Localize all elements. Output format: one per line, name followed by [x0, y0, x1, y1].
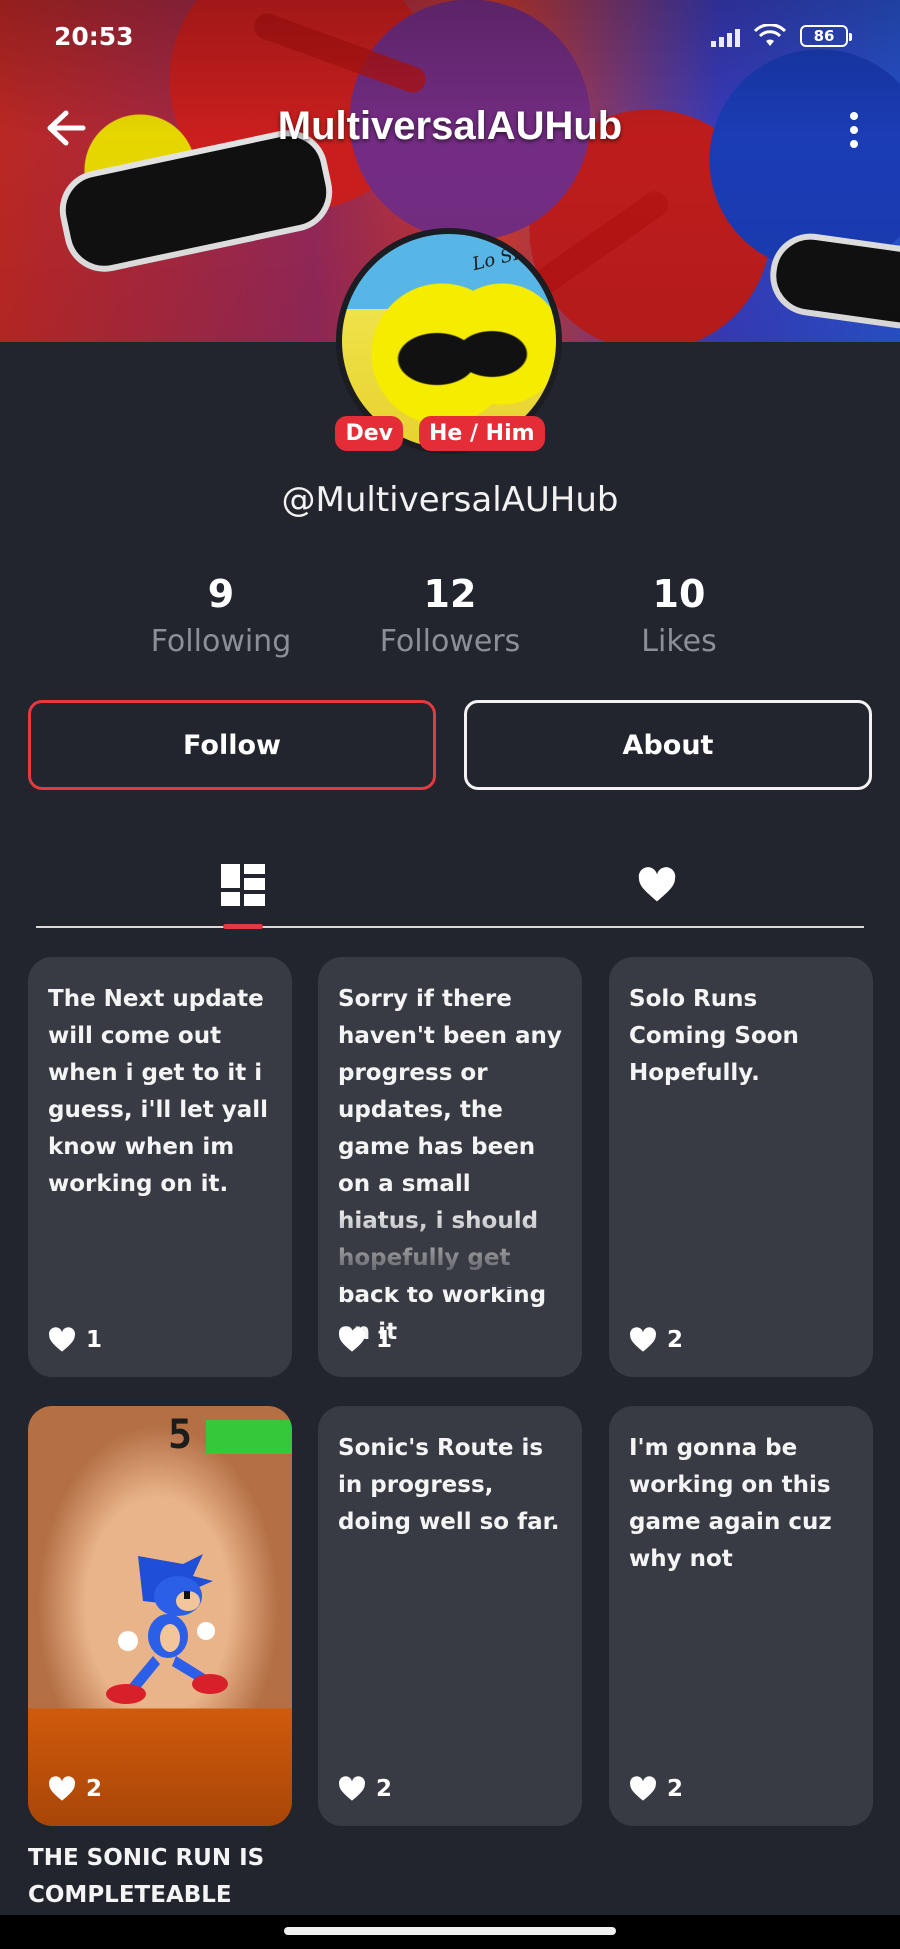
heart-icon — [49, 1776, 75, 1801]
post-card[interactable]: The Next update will come out when i get… — [28, 957, 292, 1377]
like-count: 2 — [667, 1327, 684, 1353]
tab-divider — [36, 926, 864, 928]
header-title: MultiversalAUHub — [277, 104, 623, 148]
post-card[interactable]: Sorry if there haven't been any progress… — [318, 957, 582, 1377]
post-text: Sonic's Route is in progress, doing well… — [338, 1435, 560, 1535]
post-card[interactable]: Sonic's Route is in progress, doing well… — [318, 1406, 582, 1826]
stat-likes[interactable]: 10 Likes — [569, 572, 789, 659]
post-text: The Next update will come out when i get… — [48, 986, 269, 1197]
stat-followers[interactable]: 12 Followers — [340, 572, 560, 659]
post-likes: 2 — [629, 1327, 683, 1353]
username: @MultiversalAUHub — [281, 480, 619, 520]
post-card[interactable]: I'm gonna be working on this game again … — [609, 1406, 873, 1826]
profile-tabs — [36, 840, 864, 930]
like-count: 2 — [667, 1776, 684, 1802]
like-count: 1 — [376, 1327, 393, 1353]
post-likes: 1 — [48, 1327, 102, 1353]
about-button[interactable]: About — [464, 700, 872, 790]
avatar-scribble: Lo SP — [470, 241, 527, 276]
heart-icon — [339, 1327, 365, 1352]
text-fade — [318, 1207, 582, 1287]
battery-level: 86 — [813, 27, 835, 45]
post-text: Sorry if there haven't been any progress… — [338, 986, 562, 1345]
more-vertical-icon — [850, 112, 858, 120]
home-indicator[interactable] — [284, 1927, 616, 1935]
pronoun-badge: He / Him — [418, 416, 545, 451]
stat-label: Likes — [641, 624, 717, 659]
like-count: 2 — [86, 1776, 103, 1802]
like-count: 1 — [86, 1327, 103, 1353]
heart-icon — [630, 1327, 656, 1352]
status-time: 20:53 — [54, 22, 134, 51]
post-likes: 2 — [338, 1776, 392, 1802]
active-tab-indicator — [223, 924, 263, 929]
post-likes: 2 — [48, 1776, 102, 1802]
stat-label: Followers — [379, 624, 521, 659]
tab-liked[interactable] — [450, 840, 864, 930]
more-options-button[interactable] — [834, 102, 874, 158]
status-icons: 86 — [711, 24, 852, 48]
heart-icon — [339, 1776, 365, 1801]
health-bar — [206, 1420, 292, 1454]
signal-icon — [711, 25, 740, 47]
grid-layout-icon — [221, 864, 265, 906]
like-count: 2 — [376, 1776, 393, 1802]
heart-icon — [49, 1327, 75, 1352]
game-score: 5 — [168, 1412, 193, 1458]
sonic-character-icon — [106, 1554, 228, 1704]
profile-badges: Dev He / Him — [0, 416, 900, 451]
wifi-icon — [754, 24, 786, 46]
follow-button[interactable]: Follow — [28, 700, 436, 790]
heart-icon — [630, 1776, 656, 1801]
stat-label: Following — [150, 624, 292, 659]
post-text: Solo Runs Coming Soon Hopefully. — [629, 986, 799, 1086]
post-card[interactable]: Solo Runs Coming Soon Hopefully. 2 — [609, 957, 873, 1377]
post-card-image[interactable]: 5 2 — [28, 1406, 292, 1826]
heart-icon — [638, 867, 676, 902]
image-post-caption: THE SONIC RUN IS COMPLETEABLE — [28, 1845, 265, 1908]
stat-following[interactable]: 9 Following — [111, 572, 331, 659]
stat-value: 9 — [207, 572, 235, 616]
post-likes: 2 — [629, 1776, 683, 1802]
post-likes: 1 — [338, 1327, 392, 1353]
post-text: I'm gonna be working on this game again … — [629, 1435, 832, 1572]
battery-icon: 86 — [800, 25, 852, 47]
stat-value: 12 — [423, 572, 477, 616]
role-badge: Dev — [335, 416, 403, 451]
tab-posts[interactable] — [36, 840, 450, 930]
stat-value: 10 — [652, 572, 706, 616]
